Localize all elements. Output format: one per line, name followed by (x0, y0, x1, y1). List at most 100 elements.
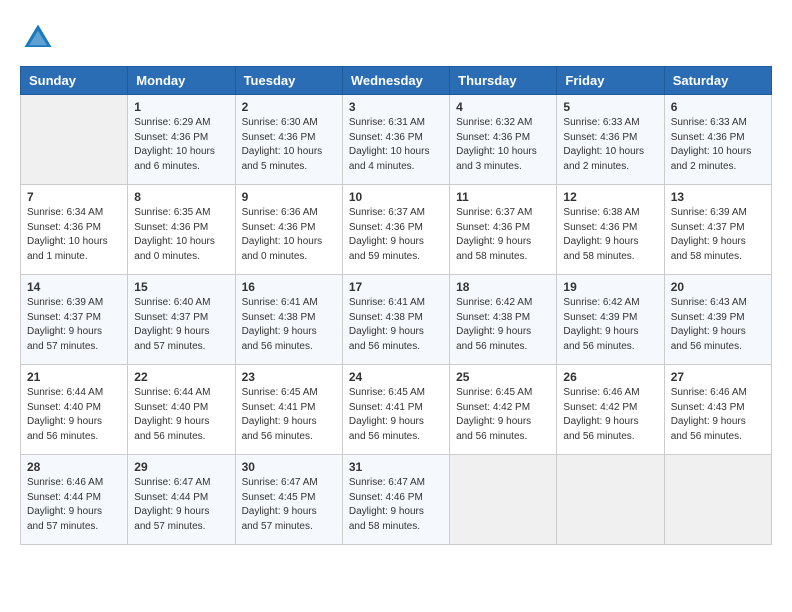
calendar-cell: 6 Sunrise: 6:33 AM Sunset: 4:36 PM Daylig… (664, 95, 771, 185)
day-detail: Sunrise: 6:46 AM Sunset: 4:44 PM Dayligh… (27, 476, 121, 534)
day-number: 26 (563, 370, 657, 384)
day-detail: Sunrise: 6:46 AM Sunset: 4:42 PM Dayligh… (563, 386, 657, 444)
header-tuesday: Tuesday (235, 67, 342, 95)
calendar-cell: 29 Sunrise: 6:47 AM Sunset: 4:44 PM Dayli… (128, 455, 235, 545)
day-number: 15 (134, 280, 228, 294)
calendar-cell: 13 Sunrise: 6:39 AM Sunset: 4:37 PM Dayli… (664, 185, 771, 275)
day-number: 8 (134, 190, 228, 204)
day-detail: Sunrise: 6:39 AM Sunset: 4:37 PM Dayligh… (27, 296, 121, 354)
header-saturday: Saturday (664, 67, 771, 95)
day-detail: Sunrise: 6:42 AM Sunset: 4:38 PM Dayligh… (456, 296, 550, 354)
calendar-cell: 8 Sunrise: 6:35 AM Sunset: 4:36 PM Daylig… (128, 185, 235, 275)
day-detail: Sunrise: 6:46 AM Sunset: 4:43 PM Dayligh… (671, 386, 765, 444)
day-detail: Sunrise: 6:44 AM Sunset: 4:40 PM Dayligh… (134, 386, 228, 444)
calendar-cell: 25Sunrise: 6:45 AM Sunset: 4:42 PM Dayli… (450, 365, 557, 455)
day-detail: Sunrise: 6:29 AM Sunset: 4:36 PM Dayligh… (134, 116, 228, 174)
calendar-cell: 22 Sunrise: 6:44 AM Sunset: 4:40 PM Dayli… (128, 365, 235, 455)
day-number: 6 (671, 100, 765, 114)
day-detail: Sunrise: 6:31 AM Sunset: 4:36 PM Dayligh… (349, 116, 443, 174)
calendar-cell: 4Sunrise: 6:32 AM Sunset: 4:36 PM Daylig… (450, 95, 557, 185)
day-detail: Sunrise: 6:47 AM Sunset: 4:44 PM Dayligh… (134, 476, 228, 534)
day-number: 29 (134, 460, 228, 474)
calendar-cell: 27Sunrise: 6:46 AM Sunset: 4:43 PM Dayli… (664, 365, 771, 455)
calendar-cell: 16 Sunrise: 6:41 AM Sunset: 4:38 PM Dayli… (235, 275, 342, 365)
day-detail: Sunrise: 6:37 AM Sunset: 4:36 PM Dayligh… (456, 206, 550, 264)
day-number: 9 (242, 190, 336, 204)
calendar-cell: 11 Sunrise: 6:37 AM Sunset: 4:36 PM Dayli… (450, 185, 557, 275)
calendar-cell (557, 455, 664, 545)
calendar-cell: 19 Sunrise: 6:42 AM Sunset: 4:39 PM Dayli… (557, 275, 664, 365)
calendar-cell: 1 Sunrise: 6:29 AM Sunset: 4:36 PM Daylig… (128, 95, 235, 185)
day-number: 13 (671, 190, 765, 204)
day-number: 12 (563, 190, 657, 204)
day-detail: Sunrise: 6:42 AM Sunset: 4:39 PM Dayligh… (563, 296, 657, 354)
day-detail: Sunrise: 6:33 AM Sunset: 4:36 PM Dayligh… (563, 116, 657, 174)
calendar-cell: 26 Sunrise: 6:46 AM Sunset: 4:42 PM Dayli… (557, 365, 664, 455)
day-detail: Sunrise: 6:36 AM Sunset: 4:36 PM Dayligh… (242, 206, 336, 264)
day-number: 24 (349, 370, 443, 384)
calendar-cell: 17 Sunrise: 6:41 AM Sunset: 4:38 PM Dayli… (342, 275, 449, 365)
calendar-cell: 12Sunrise: 6:38 AM Sunset: 4:36 PM Dayli… (557, 185, 664, 275)
header-friday: Friday (557, 67, 664, 95)
day-detail: Sunrise: 6:44 AM Sunset: 4:40 PM Dayligh… (27, 386, 121, 444)
logo-icon (20, 20, 56, 56)
day-number: 7 (27, 190, 121, 204)
calendar-cell: 10 Sunrise: 6:37 AM Sunset: 4:36 PM Dayli… (342, 185, 449, 275)
header-sunday: Sunday (21, 67, 128, 95)
day-detail: Sunrise: 6:43 AM Sunset: 4:39 PM Dayligh… (671, 296, 765, 354)
day-number: 3 (349, 100, 443, 114)
day-number: 22 (134, 370, 228, 384)
day-detail: Sunrise: 6:30 AM Sunset: 4:36 PM Dayligh… (242, 116, 336, 174)
calendar-cell: 28 Sunrise: 6:46 AM Sunset: 4:44 PM Dayli… (21, 455, 128, 545)
day-number: 16 (242, 280, 336, 294)
day-number: 18 (456, 280, 550, 294)
calendar-cell: 31Sunrise: 6:47 AM Sunset: 4:46 PM Dayli… (342, 455, 449, 545)
calendar-cell (450, 455, 557, 545)
day-detail: Sunrise: 6:41 AM Sunset: 4:38 PM Dayligh… (242, 296, 336, 354)
calendar-header-row: SundayMondayTuesdayWednesdayThursdayFrid… (21, 67, 772, 95)
day-detail: Sunrise: 6:45 AM Sunset: 4:42 PM Dayligh… (456, 386, 550, 444)
day-number: 17 (349, 280, 443, 294)
calendar-cell: 24Sunrise: 6:45 AM Sunset: 4:41 PM Dayli… (342, 365, 449, 455)
day-number: 11 (456, 190, 550, 204)
day-number: 2 (242, 100, 336, 114)
calendar-week-row: 28 Sunrise: 6:46 AM Sunset: 4:44 PM Dayli… (21, 455, 772, 545)
calendar-cell: 21 Sunrise: 6:44 AM Sunset: 4:40 PM Dayli… (21, 365, 128, 455)
calendar-cell: 9 Sunrise: 6:36 AM Sunset: 4:36 PM Daylig… (235, 185, 342, 275)
day-detail: Sunrise: 6:34 AM Sunset: 4:36 PM Dayligh… (27, 206, 121, 264)
day-detail: Sunrise: 6:41 AM Sunset: 4:38 PM Dayligh… (349, 296, 443, 354)
day-number: 20 (671, 280, 765, 294)
day-number: 31 (349, 460, 443, 474)
day-number: 21 (27, 370, 121, 384)
day-number: 23 (242, 370, 336, 384)
calendar-cell: 14Sunrise: 6:39 AM Sunset: 4:37 PM Dayli… (21, 275, 128, 365)
calendar-cell: 7 Sunrise: 6:34 AM Sunset: 4:36 PM Daylig… (21, 185, 128, 275)
day-detail: Sunrise: 6:35 AM Sunset: 4:36 PM Dayligh… (134, 206, 228, 264)
day-detail: Sunrise: 6:37 AM Sunset: 4:36 PM Dayligh… (349, 206, 443, 264)
logo (20, 20, 62, 56)
day-detail: Sunrise: 6:40 AM Sunset: 4:37 PM Dayligh… (134, 296, 228, 354)
day-detail: Sunrise: 6:39 AM Sunset: 4:37 PM Dayligh… (671, 206, 765, 264)
calendar-week-row: 21 Sunrise: 6:44 AM Sunset: 4:40 PM Dayli… (21, 365, 772, 455)
day-number: 19 (563, 280, 657, 294)
calendar-cell: 20 Sunrise: 6:43 AM Sunset: 4:39 PM Dayli… (664, 275, 771, 365)
calendar-cell: 3 Sunrise: 6:31 AM Sunset: 4:36 PM Daylig… (342, 95, 449, 185)
calendar-week-row: 1 Sunrise: 6:29 AM Sunset: 4:36 PM Daylig… (21, 95, 772, 185)
calendar-cell (21, 95, 128, 185)
day-number: 30 (242, 460, 336, 474)
day-detail: Sunrise: 6:32 AM Sunset: 4:36 PM Dayligh… (456, 116, 550, 174)
day-number: 5 (563, 100, 657, 114)
calendar-cell (664, 455, 771, 545)
day-detail: Sunrise: 6:33 AM Sunset: 4:36 PM Dayligh… (671, 116, 765, 174)
day-detail: Sunrise: 6:45 AM Sunset: 4:41 PM Dayligh… (242, 386, 336, 444)
calendar-cell: 15 Sunrise: 6:40 AM Sunset: 4:37 PM Dayli… (128, 275, 235, 365)
calendar-cell: 18 Sunrise: 6:42 AM Sunset: 4:38 PM Dayli… (450, 275, 557, 365)
calendar-table: SundayMondayTuesdayWednesdayThursdayFrid… (20, 66, 772, 545)
day-number: 28 (27, 460, 121, 474)
calendar-cell: 30 Sunrise: 6:47 AM Sunset: 4:45 PM Dayli… (235, 455, 342, 545)
day-detail: Sunrise: 6:47 AM Sunset: 4:45 PM Dayligh… (242, 476, 336, 534)
day-number: 1 (134, 100, 228, 114)
calendar-week-row: 14Sunrise: 6:39 AM Sunset: 4:37 PM Dayli… (21, 275, 772, 365)
page-header (20, 20, 772, 56)
day-number: 10 (349, 190, 443, 204)
